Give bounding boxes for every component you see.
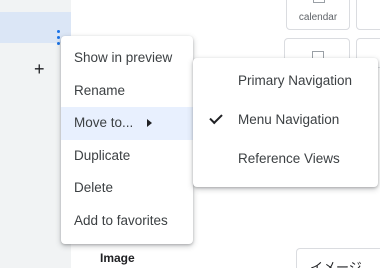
submenu-item-label: Menu Navigation — [238, 112, 340, 127]
submenu-item-reference-views[interactable]: Reference Views — [193, 139, 378, 178]
submenu-item-menu-navigation[interactable]: Menu Navigation — [193, 100, 378, 139]
check-icon — [209, 110, 223, 125]
calendar-icon — [313, 0, 325, 3]
menu-item-duplicate[interactable]: Duplicate — [61, 140, 193, 173]
menu-item-add-to-favorites[interactable]: Add to favorites — [61, 205, 193, 238]
submenu-item-label: Primary Navigation — [238, 73, 353, 88]
submenu-item-label: Reference Views — [238, 151, 340, 166]
menu-item-label: Move to... — [74, 115, 134, 130]
context-menu: Show in preview Rename Move to... Duplic… — [61, 36, 193, 244]
calendar-tile[interactable]: calendar — [286, 0, 350, 30]
plus-icon[interactable]: + — [34, 59, 45, 79]
menu-item-show-in-preview[interactable]: Show in preview — [61, 42, 193, 75]
image-label: Image — [100, 251, 135, 265]
menu-item-delete[interactable]: Delete — [61, 172, 193, 205]
move-to-submenu: Primary Navigation Menu Navigation Refer… — [193, 58, 378, 187]
menu-item-rename[interactable]: Rename — [61, 75, 193, 108]
calendar-tile-label: calendar — [298, 12, 338, 23]
tile[interactable] — [356, 0, 380, 30]
submenu-arrow-icon — [147, 119, 152, 127]
submenu-item-primary-navigation[interactable]: Primary Navigation — [193, 61, 378, 100]
bottom-tile-text: イメージ — [310, 260, 362, 268]
menu-item-move-to[interactable]: Move to... — [61, 107, 193, 140]
